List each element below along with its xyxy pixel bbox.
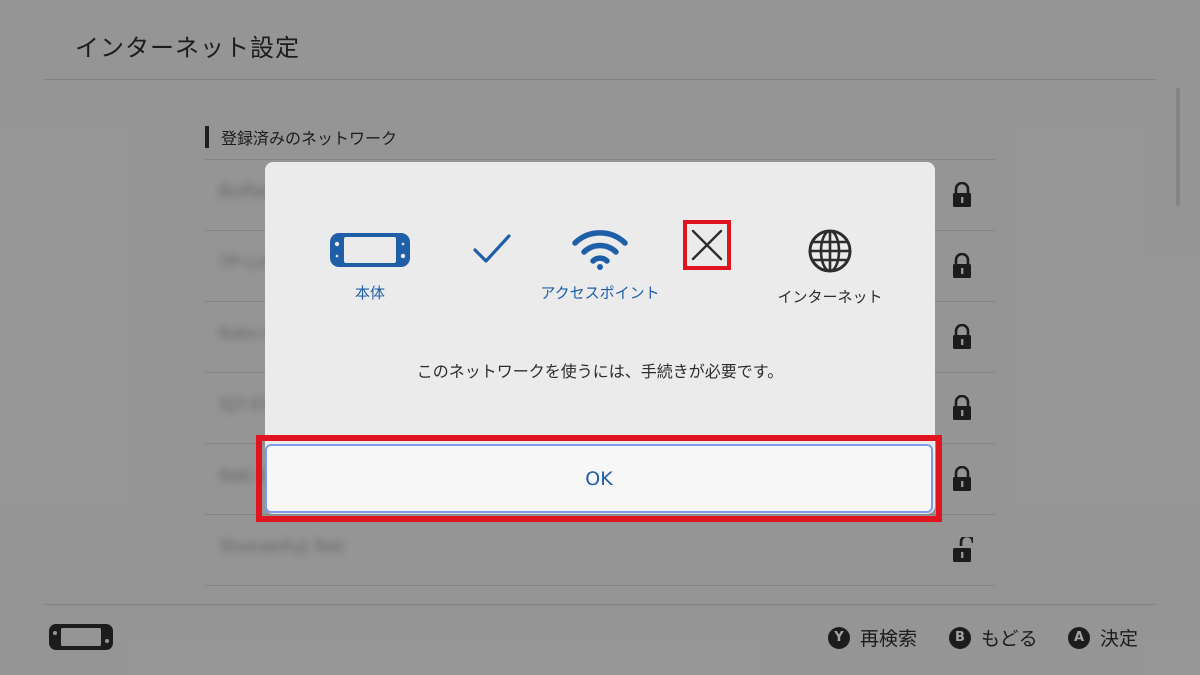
status-label: インターネット	[777, 288, 883, 306]
ok-button[interactable]: OK	[265, 444, 933, 513]
status-label: アクセスポイント	[540, 284, 660, 302]
status-console: 本体	[325, 230, 415, 303]
wifi-icon	[572, 230, 628, 270]
cross-icon	[691, 229, 723, 261]
status-failed-highlight	[683, 220, 731, 270]
status-internet: インターネット	[760, 228, 900, 307]
globe-icon	[808, 229, 852, 273]
dialog-message: このネットワークを使うには、手続きが必要です。	[416, 362, 784, 381]
status-access-point: アクセスポイント	[520, 228, 680, 303]
status-label: 本体	[354, 284, 385, 302]
status-check	[472, 232, 512, 270]
console-icon	[330, 233, 410, 267]
checkmark-icon	[473, 234, 511, 263]
ok-button-highlight: OK	[256, 435, 942, 522]
